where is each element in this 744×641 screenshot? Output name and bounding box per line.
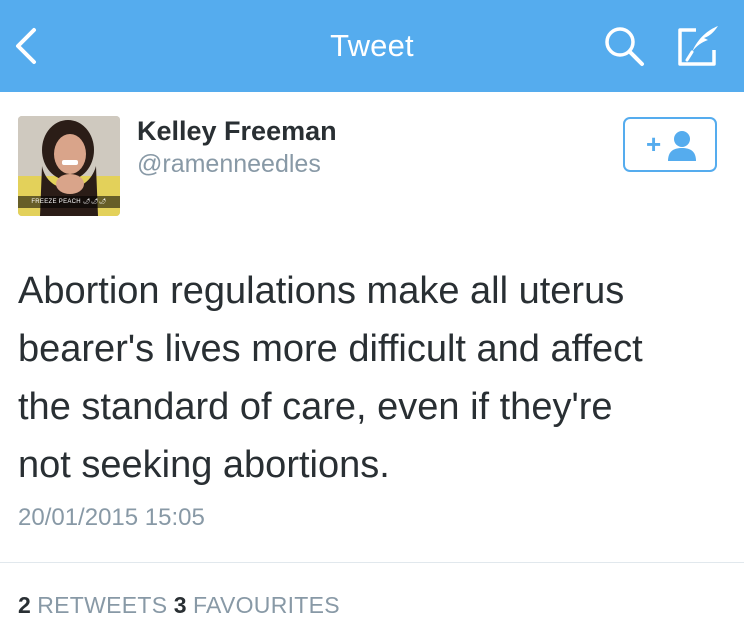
tweet-text-line: the standard of care, even if they're [18, 386, 613, 428]
user-display-name[interactable]: Kelley Freeman [137, 116, 337, 147]
favourites-count: 3 [173, 592, 187, 618]
tweet-stats: 2 RETWEETS 3 FAVOURITES [18, 592, 340, 619]
user-handle[interactable]: @ramenneedles [137, 150, 321, 179]
user-icon [668, 131, 696, 161]
favourites-label: FAVOURITES [192, 592, 340, 618]
tweet-text: Abortion regulations make all uterus bea… [18, 262, 728, 494]
tweet-timestamp: 20/01/2015 15:05 [18, 504, 205, 531]
search-button[interactable] [602, 24, 646, 68]
compose-button[interactable] [674, 24, 722, 68]
compose-icon [678, 26, 718, 66]
avatar[interactable]: FREEZE PEACH 🌶🌶🌶 [18, 116, 120, 216]
search-icon [605, 27, 644, 66]
retweets-label: RETWEETS [37, 592, 168, 618]
tweet-text-line: bearer's lives more difficult and affect [18, 328, 643, 370]
divider [0, 562, 744, 563]
tweet-text-line: not seeking abortions. [18, 444, 390, 486]
retweets-count: 2 [18, 592, 31, 618]
favourites-stat[interactable]: 3 FAVOURITES [174, 592, 340, 618]
tweet-text-line: Abortion regulations make all uterus [18, 270, 625, 312]
avatar-caption: FREEZE PEACH 🌶🌶🌶 [18, 196, 120, 208]
plus-icon: + [646, 129, 662, 159]
follow-button[interactable]: + [623, 117, 717, 172]
navigation-bar: Tweet [0, 0, 744, 92]
retweets-stat[interactable]: 2 RETWEETS [18, 592, 167, 618]
